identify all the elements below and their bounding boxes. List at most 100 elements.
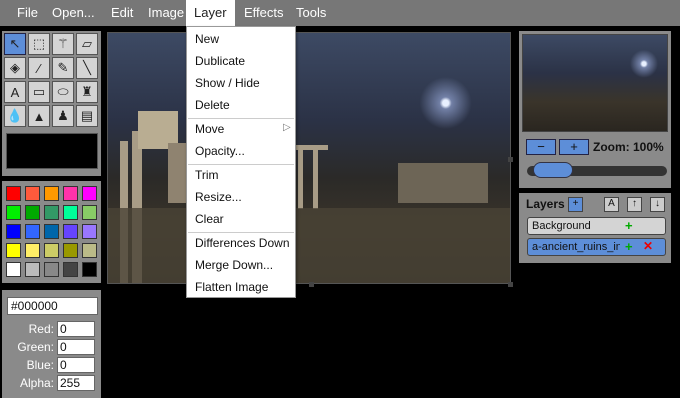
layer-add-icon[interactable]: + (625, 239, 633, 254)
eraser-icon: ▱ (82, 36, 92, 51)
palette-swatch[interactable] (82, 205, 97, 220)
menu-item-delete[interactable]: Delete (195, 98, 230, 112)
sharpen-icon: ▲ (32, 108, 46, 124)
layer-name: a-ancient_ruins_in (532, 241, 622, 253)
layer-delete-icon[interactable]: ✕ (643, 239, 653, 253)
resize-handle-corner[interactable] (508, 282, 513, 287)
resize-handle-right[interactable] (508, 157, 513, 162)
palette-swatch[interactable] (25, 224, 40, 239)
layer-add-icon[interactable]: + (625, 218, 633, 233)
palette-swatch[interactable] (25, 205, 40, 220)
palette-swatch[interactable] (82, 224, 97, 239)
menu-file[interactable]: File (11, 0, 44, 26)
palette-swatch[interactable] (82, 262, 97, 277)
canvas-ground (108, 208, 510, 283)
layer-move-up-button[interactable]: ↑ (627, 197, 642, 212)
select-rect-tool-button[interactable]: ⬚ (28, 33, 50, 55)
blue-label: Blue: (26, 358, 54, 372)
brush-icon: ♜ (81, 84, 93, 99)
image-canvas[interactable] (107, 32, 511, 284)
palette-swatch[interactable] (6, 186, 21, 201)
menu-item-duplicate[interactable]: Dublicate (195, 54, 245, 68)
menu-item-clear[interactable]: Clear (195, 212, 224, 226)
add-layer-button[interactable]: + (568, 197, 583, 212)
blue-input[interactable]: 0 (57, 357, 95, 373)
palette-swatch[interactable] (6, 243, 21, 258)
gradient-tool-button[interactable]: ▤ (76, 105, 98, 127)
menu-item-flatten-image[interactable]: Flatten Image (195, 280, 268, 294)
menu-separator (188, 118, 294, 119)
menu-item-merge-down[interactable]: Merge Down... (195, 258, 273, 272)
red-input[interactable]: 0 (57, 321, 95, 337)
canvas-ruins (398, 163, 488, 203)
menu-layer[interactable]: Layer (186, 0, 235, 26)
layer-rename-button[interactable]: A (604, 197, 619, 212)
cursor-tool-button[interactable]: ↖ (4, 33, 26, 55)
palette-swatch[interactable] (44, 262, 59, 277)
layer-move-down-button[interactable]: ↓ (650, 197, 665, 212)
text-tool-button[interactable]: A (4, 81, 26, 103)
menu-item-differences-down[interactable]: Differences Down (195, 236, 290, 250)
active-color-swatch[interactable] (6, 133, 98, 169)
menu-open[interactable]: Open... (46, 0, 101, 26)
fill-bucket-tool-button[interactable]: ◈ (4, 57, 26, 79)
layer-menu-dropdown: New Dublicate Show / Hide Delete Move ▷ … (186, 26, 296, 298)
palette-swatch[interactable] (44, 224, 59, 239)
alpha-input[interactable]: 255 (57, 375, 95, 391)
eyedropper-tool-button[interactable]: ⁄ (28, 57, 50, 79)
eyedropper-icon: ⁄ (37, 60, 41, 76)
palette-swatch[interactable] (44, 243, 59, 258)
menu-item-resize[interactable]: Resize... (195, 190, 242, 204)
eraser-tool-button[interactable]: ▱ (76, 33, 98, 55)
palette-swatch[interactable] (25, 186, 40, 201)
zoom-in-button[interactable]: + (559, 139, 589, 155)
blur-drop-tool-button[interactable]: 💧 (4, 105, 26, 127)
zoom-level-label: Zoom: 100% (593, 140, 664, 154)
menu-effects[interactable]: Effects (238, 0, 290, 26)
ellipse-tool-button[interactable]: ⬭ (52, 81, 74, 103)
line-tool-button[interactable]: ╲ (76, 57, 98, 79)
menu-tools[interactable]: Tools (290, 0, 332, 26)
menu-item-show-hide[interactable]: Show / Hide (195, 76, 260, 90)
palette-swatch[interactable] (63, 262, 78, 277)
palette-swatch[interactable] (6, 205, 21, 220)
zoom-out-button[interactable]: − (526, 139, 556, 155)
zoom-slider-thumb[interactable] (533, 162, 573, 178)
sharpen-tool-button[interactable]: ▲ (28, 105, 50, 127)
text-icon: A (10, 84, 20, 100)
palette-swatch[interactable] (82, 243, 97, 258)
palette-swatch[interactable] (44, 205, 59, 220)
stamp-tool-button[interactable]: ♟ (52, 105, 74, 127)
palette-swatch[interactable] (63, 243, 78, 258)
layer-name: Background (532, 220, 591, 232)
menu-item-move[interactable]: Move (195, 122, 224, 136)
cursor-icon: ↖ (9, 36, 21, 51)
pencil-tool-button[interactable]: ✎ (52, 57, 74, 79)
magic-wand-tool-button[interactable]: ⚚ (52, 33, 74, 55)
menu-edit[interactable]: Edit (105, 0, 139, 26)
select-rect-icon: ⬚ (32, 36, 46, 51)
palette-swatch[interactable] (6, 224, 21, 239)
palette-swatch[interactable] (82, 186, 97, 201)
menu-item-trim[interactable]: Trim (195, 168, 219, 182)
layer-item-background[interactable]: Background (527, 217, 666, 235)
menu-image[interactable]: Image (142, 0, 190, 26)
palette-swatch[interactable] (25, 243, 40, 258)
brush-tool-button[interactable]: ♜ (76, 81, 98, 103)
palette-swatch[interactable] (6, 262, 21, 277)
green-input[interactable]: 0 (57, 339, 95, 355)
hex-color-input[interactable]: #000000 (7, 297, 98, 315)
palette-swatch[interactable] (63, 186, 78, 201)
preview-thumbnail[interactable] (522, 34, 668, 132)
alpha-label: Alpha: (19, 376, 54, 390)
menu-item-new[interactable]: New (195, 32, 219, 46)
line-icon: ╲ (83, 60, 91, 75)
palette-swatch[interactable] (25, 262, 40, 277)
menu-item-opacity[interactable]: Opacity... (195, 144, 245, 158)
palette-swatch[interactable] (44, 186, 59, 201)
canvas-column (298, 149, 303, 209)
rectangle-tool-button[interactable]: ▭ (28, 81, 50, 103)
palette-swatch[interactable] (63, 205, 78, 220)
resize-handle-bottom[interactable] (309, 282, 314, 287)
palette-swatch[interactable] (63, 224, 78, 239)
